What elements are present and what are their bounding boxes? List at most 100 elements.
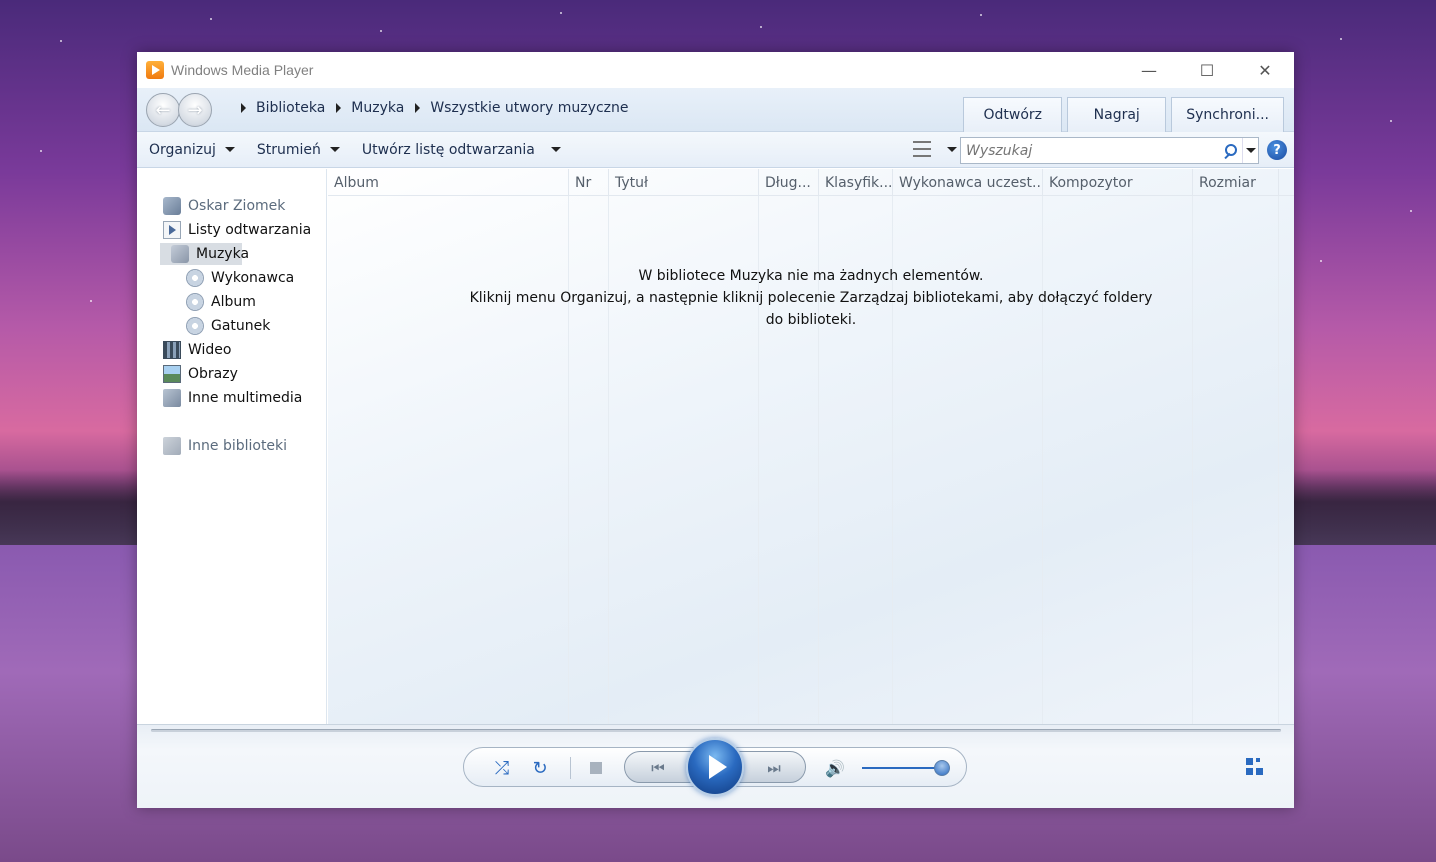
music-note-icon	[171, 245, 189, 263]
repeat-icon[interactable]: ↻	[528, 756, 552, 780]
sidebar-item-other-media[interactable]: Inne multimedia	[137, 386, 327, 410]
control-separator	[570, 757, 571, 779]
other-media-icon	[163, 389, 181, 407]
sidebar-item-other-libraries[interactable]: Inne biblioteki	[137, 434, 327, 458]
column-header-rating[interactable]: Klasyfik...	[819, 169, 893, 196]
column-header-track-number[interactable]: Nr	[569, 169, 609, 196]
help-icon[interactable]: ?	[1267, 140, 1287, 160]
breadcrumb-arrow-icon[interactable]	[336, 103, 342, 113]
view-options-icon	[913, 141, 931, 157]
breadcrumb: Biblioteka Muzyka Wszystkie utwory muzyc…	[241, 100, 639, 116]
mode-tabs: Odtwórz Nagraj Synchroni...	[958, 97, 1284, 132]
library-tree: Oskar Ziomek Listy odtwarzania Muzyka Wy…	[137, 194, 327, 458]
organize-menu[interactable]: Organizuj	[149, 142, 235, 158]
switch-to-now-playing-icon[interactable]	[1244, 756, 1270, 778]
stop-icon[interactable]	[586, 758, 606, 778]
sidebar-item-label: Wykonawca	[211, 270, 295, 286]
back-button[interactable]: ←	[146, 93, 180, 127]
sidebar-item-music[interactable]: Muzyka	[137, 242, 327, 266]
create-playlist-label: Utwórz listę odtwarzania	[361, 141, 535, 158]
album-disc-icon	[186, 293, 204, 311]
empty-message-hint: Kliknij menu Organizuj, a następnie klik…	[469, 290, 1153, 328]
shuffle-icon[interactable]: ⤮	[490, 756, 514, 780]
sidebar-item-images[interactable]: Obrazy	[137, 362, 327, 386]
chevron-down-icon	[224, 147, 235, 152]
volume-icon[interactable]: 🔊	[822, 756, 848, 780]
breadcrumb-arrow-icon[interactable]	[241, 103, 246, 113]
sidebar-item-genre[interactable]: Gatunek	[137, 314, 327, 338]
toolbar: Organizuj Strumień Utwórz listę odtwarza…	[137, 132, 1294, 168]
playlist-icon	[163, 221, 181, 239]
other-libraries-icon	[163, 437, 181, 455]
sidebar-item-label: Obrazy	[188, 366, 238, 382]
navigation-bar: ← → Biblioteka Muzyka Wszystkie utwory m…	[137, 88, 1294, 132]
chevron-down-icon	[329, 147, 340, 152]
breadcrumb-arrow-icon[interactable]	[415, 103, 421, 113]
sidebar-item-playlists[interactable]: Listy odtwarzania	[137, 218, 327, 242]
sidebar-item-album[interactable]: Album	[137, 290, 327, 314]
tab-play[interactable]: Odtwórz	[963, 97, 1063, 132]
sidebar-item-label: Inne biblioteki	[188, 438, 288, 454]
sidebar-item-artist[interactable]: Wykonawca	[137, 266, 327, 290]
empty-message-title: W bibliotece Muzyka nie ma żadnych eleme…	[638, 268, 984, 284]
next-track-icon[interactable]: ⏭	[756, 756, 788, 780]
minimize-icon: —	[1141, 60, 1157, 80]
close-button[interactable]: ✕	[1236, 52, 1294, 88]
sidebar-item-label: Muzyka	[196, 246, 250, 262]
organize-label: Organizuj	[149, 141, 216, 158]
minimize-button[interactable]: —	[1120, 52, 1178, 88]
empty-library-message: W bibliotece Muzyka nie ma żadnych eleme…	[328, 265, 1294, 331]
sidebar-item-user[interactable]: Oskar Ziomek	[137, 194, 327, 218]
media-player-window: Windows Media Player — ☐ ✕ ← → Bibliotek…	[137, 52, 1294, 808]
sidebar-item-label: Wideo	[188, 342, 232, 358]
column-header-length[interactable]: Dług...	[759, 169, 819, 196]
forward-arrow-icon: →	[187, 99, 203, 121]
breadcrumb-all-songs[interactable]: Wszystkie utwory muzyczne	[430, 100, 628, 116]
view-options-button[interactable]	[913, 141, 957, 157]
details-pane: Album Nr Tytuł Dług... Klasyfik... Wykon…	[328, 169, 1294, 724]
column-header-album[interactable]: Album	[328, 169, 569, 196]
tab-burn[interactable]: Nagraj	[1067, 97, 1167, 132]
breadcrumb-library[interactable]: Biblioteka	[256, 100, 325, 116]
picture-icon	[163, 365, 181, 383]
breadcrumb-music[interactable]: Muzyka	[351, 100, 404, 116]
sidebar-item-label: Album	[211, 294, 256, 310]
film-strip-icon	[163, 341, 181, 359]
column-header-title[interactable]: Tytuł	[609, 169, 759, 196]
history-buttons: ← →	[146, 93, 212, 127]
volume-slider-handle[interactable]	[934, 760, 950, 776]
previous-track-icon[interactable]: ⏮	[640, 756, 672, 780]
sidebar-item-label: Inne multimedia	[188, 390, 303, 406]
playback-controls: ⤮ ↻ ⏮ ⏭ 🔊	[463, 738, 967, 796]
search-icon[interactable]	[1222, 143, 1238, 159]
genre-icon	[186, 317, 204, 335]
create-playlist-menu[interactable]: Utwórz listę odtwarzania	[362, 142, 561, 158]
stream-menu[interactable]: Strumień	[257, 142, 340, 158]
seek-bar[interactable]	[151, 729, 1281, 732]
title-bar: Windows Media Player — ☐ ✕	[137, 52, 1294, 88]
column-header-composer[interactable]: Kompozytor	[1043, 169, 1193, 196]
sidebar-item-label: Gatunek	[211, 318, 271, 334]
forward-button[interactable]: →	[178, 93, 212, 127]
navigation-pane: Oskar Ziomek Listy odtwarzania Muzyka Wy…	[137, 169, 327, 724]
user-library-icon	[163, 197, 181, 215]
tab-sync[interactable]: Synchroni...	[1171, 97, 1284, 132]
chevron-down-icon	[1245, 148, 1256, 153]
chevron-down-icon	[947, 146, 957, 152]
column-header-size[interactable]: Rozmiar	[1193, 169, 1279, 196]
chevron-down-icon	[550, 147, 561, 152]
sidebar-item-label: Oskar Ziomek	[188, 198, 286, 214]
play-button[interactable]	[686, 738, 744, 796]
search-dropdown-button[interactable]	[1242, 138, 1258, 163]
playback-bar: ⤮ ↻ ⏮ ⏭ 🔊	[137, 724, 1294, 808]
maximize-icon: ☐	[1199, 60, 1215, 80]
sidebar-item-video[interactable]: Wideo	[137, 338, 327, 362]
main-area: Oskar Ziomek Listy odtwarzania Muzyka Wy…	[137, 169, 1294, 724]
sidebar-item-label: Listy odtwarzania	[188, 222, 312, 238]
close-icon: ✕	[1258, 60, 1272, 80]
maximize-button[interactable]: ☐	[1178, 52, 1236, 88]
volume-slider[interactable]	[862, 767, 942, 769]
search-input[interactable]	[961, 138, 1222, 163]
column-header-contributing-artist[interactable]: Wykonawca uczest...	[893, 169, 1043, 196]
